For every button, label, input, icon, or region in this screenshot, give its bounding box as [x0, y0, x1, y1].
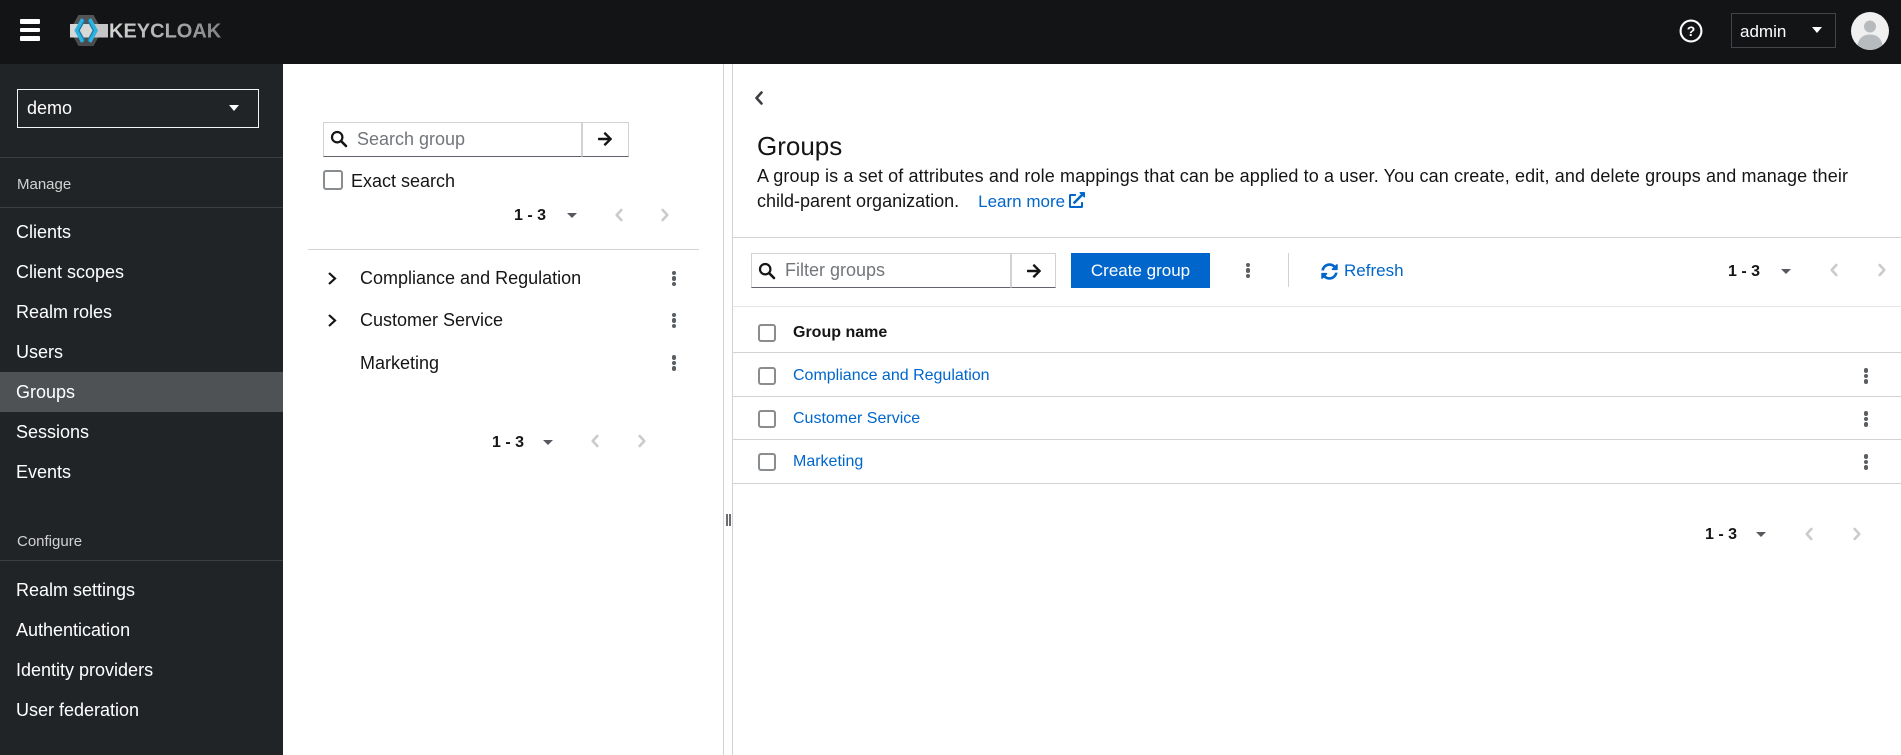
svg-text:?: ?	[1687, 23, 1696, 39]
svg-text:KEYCLOAK: KEYCLOAK	[109, 21, 222, 43]
